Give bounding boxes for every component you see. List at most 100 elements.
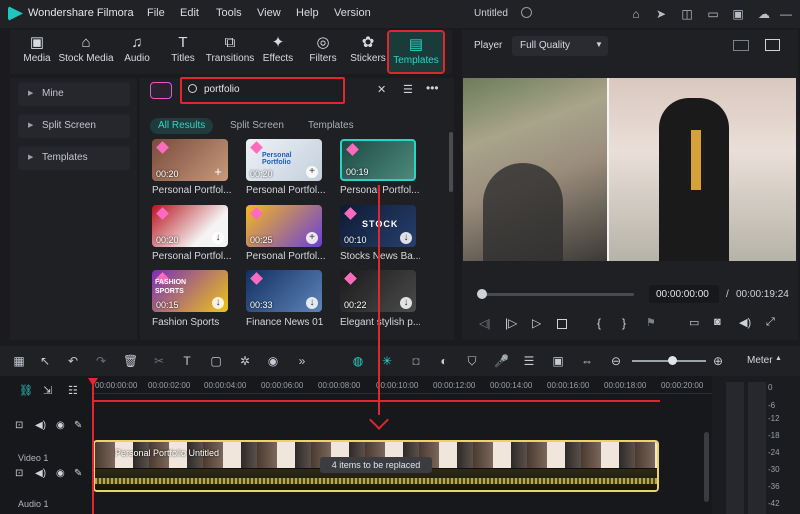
record-icon[interactable]: ◘	[409, 354, 423, 368]
chip-templates[interactable]: Templates	[300, 118, 362, 134]
menu-help[interactable]: Help	[296, 7, 319, 19]
download-icon[interactable]: ↓	[400, 297, 412, 309]
add-icon[interactable]: +	[212, 165, 224, 178]
add-track-icon[interactable]: ⇲	[43, 384, 52, 397]
track-effect-icon[interactable]: ✎	[74, 420, 82, 431]
tool-stock-media[interactable]: ⌂ Stock Media	[58, 30, 114, 74]
link-icon[interactable]: ⛓	[19, 384, 33, 397]
add-icon[interactable]: +	[306, 166, 318, 178]
voiceover-icon[interactable]: ☰	[522, 354, 536, 368]
playback-progress-track[interactable]	[480, 293, 634, 296]
download-icon[interactable]: ↓	[212, 297, 224, 309]
ai-template-button[interactable]	[150, 82, 172, 99]
mark-in-icon[interactable]: {	[597, 316, 601, 330]
layout-icon[interactable]: ▭	[705, 6, 721, 22]
layout-grid-icon[interactable]: ▦	[12, 354, 26, 368]
gift-icon[interactable]: ⌂	[628, 6, 644, 22]
snapshot-image-icon[interactable]	[765, 39, 780, 51]
save-icon[interactable]: ▣	[730, 6, 746, 22]
track-effect-icon[interactable]: ✎	[74, 468, 82, 479]
video-preview[interactable]	[463, 78, 796, 261]
library-scrollbar[interactable]	[449, 132, 453, 192]
chip-split-screen[interactable]: Split Screen	[222, 118, 292, 134]
grid-view-icon[interactable]	[733, 40, 749, 51]
menu-edit[interactable]: Edit	[180, 7, 199, 19]
visibility-icon[interactable]: ◉	[56, 468, 65, 479]
sidebar-item-templates[interactable]: ▶ Templates	[18, 146, 130, 170]
lock-track-icon[interactable]: ⊡	[15, 468, 23, 479]
cut-icon[interactable]: ✂	[152, 354, 166, 368]
snap-icon[interactable]: ✳	[380, 354, 394, 368]
template-thumbnail[interactable]: 00:25 +	[246, 205, 322, 247]
cloud-upload-icon[interactable]: ☁	[756, 6, 772, 22]
zoom-in-icon[interactable]: ⊕	[711, 354, 725, 368]
more-tools-icon[interactable]: »	[295, 354, 309, 368]
auto-highlight-icon[interactable]: ◍	[351, 354, 365, 368]
step-forward-icon[interactable]: |▷	[505, 316, 517, 330]
tool-templates[interactable]: ▤ Templates	[387, 30, 445, 74]
template-thumbnail[interactable]: 00:20 +	[152, 139, 228, 181]
clear-x-icon[interactable]: ✕	[377, 83, 386, 96]
notification-icon[interactable]: ◫	[679, 6, 695, 22]
camera-snapshot-icon[interactable]: ◙	[714, 316, 721, 328]
play-icon[interactable]: ▷	[532, 316, 541, 330]
lock-track-icon[interactable]: ⊡	[15, 420, 23, 431]
picture-in-picture-icon[interactable]: ▣	[551, 354, 565, 368]
volume-icon[interactable]: ◀)	[739, 316, 751, 329]
download-icon[interactable]: ↓	[400, 232, 412, 244]
template-thumbnail[interactable]: 00:33 ↓	[246, 270, 322, 312]
quality-select[interactable]: Full Quality ▼	[512, 36, 608, 56]
playhead-knob[interactable]	[477, 289, 487, 299]
download-icon[interactable]: ↓	[212, 232, 224, 244]
chip-all-results[interactable]: All Results	[150, 118, 214, 134]
fullscreen-icon[interactable]: ⤢	[766, 316, 775, 329]
search-input[interactable]: portfolio	[180, 77, 345, 104]
add-icon[interactable]: +	[306, 232, 318, 244]
zoom-slider-knob[interactable]	[668, 356, 677, 365]
sidebar-item-mine[interactable]: ▶ Mine	[18, 82, 130, 106]
microphone-icon[interactable]: 🎤	[494, 354, 509, 368]
stop-icon[interactable]	[557, 319, 567, 329]
undo-icon[interactable]: ↶	[66, 354, 80, 368]
fit-timeline-icon[interactable]: ⇔	[580, 354, 594, 368]
display-icon[interactable]: ▭	[689, 316, 699, 329]
select-tool-icon[interactable]: ↖	[38, 354, 52, 368]
marker-icon[interactable]: ⚑	[646, 316, 656, 329]
visibility-icon[interactable]: ◉	[56, 420, 65, 431]
filter-icon[interactable]: ☰	[403, 83, 413, 96]
mute-track-icon[interactable]: ◀)	[35, 468, 46, 479]
share-icon[interactable]: ➤	[653, 6, 669, 22]
menu-version[interactable]: Version	[334, 7, 371, 19]
zoom-out-icon[interactable]: ⊖	[609, 354, 623, 368]
meter-label[interactable]: Meter	[747, 355, 773, 366]
template-thumbnail[interactable]: FASHION SPORTS 00:15 ↓	[152, 270, 228, 312]
previous-frame-icon[interactable]: ◁|	[479, 317, 490, 330]
ripple-icon[interactable]: ◐	[437, 354, 451, 368]
premium-gem-icon	[250, 272, 263, 285]
tool-media[interactable]: ▣ Media	[10, 30, 64, 74]
crop-icon[interactable]: ▢	[209, 354, 223, 368]
template-thumbnail[interactable]: Personal Portfolio 00:20 +	[246, 139, 322, 181]
more-options-icon[interactable]: •••	[426, 81, 439, 95]
track-settings-icon[interactable]: ☷	[68, 384, 78, 397]
playhead-line[interactable]	[92, 378, 94, 514]
color-icon[interactable]: ✲	[238, 354, 252, 368]
delete-icon[interactable]: 🗑	[123, 354, 138, 368]
redo-icon[interactable]: ↷	[94, 354, 108, 368]
tool-transitions[interactable]: ⧉ Transitions	[202, 30, 258, 74]
sidebar-item-split-screen[interactable]: ▶ Split Screen	[18, 114, 130, 138]
mark-out-icon[interactable]: }	[622, 316, 626, 330]
download-icon[interactable]: ↓	[306, 297, 318, 309]
menu-view[interactable]: View	[257, 7, 281, 19]
menu-file[interactable]: File	[147, 7, 165, 19]
menu-tools[interactable]: Tools	[216, 7, 242, 19]
ai-tools-icon[interactable]: ◉	[266, 354, 280, 368]
mute-track-icon[interactable]: ◀)	[35, 420, 46, 431]
shield-icon[interactable]: ⛉	[465, 354, 479, 368]
meter-dropdown-icon[interactable]: ▲	[775, 355, 782, 362]
template-thumbnail[interactable]: 00:20 ↓	[152, 205, 228, 247]
minimize-icon[interactable]: —	[778, 6, 794, 22]
timeline-scrollbar[interactable]	[704, 432, 709, 502]
text-icon[interactable]: T	[180, 354, 194, 368]
template-thumbnail-selected[interactable]: 00:19	[340, 139, 416, 181]
